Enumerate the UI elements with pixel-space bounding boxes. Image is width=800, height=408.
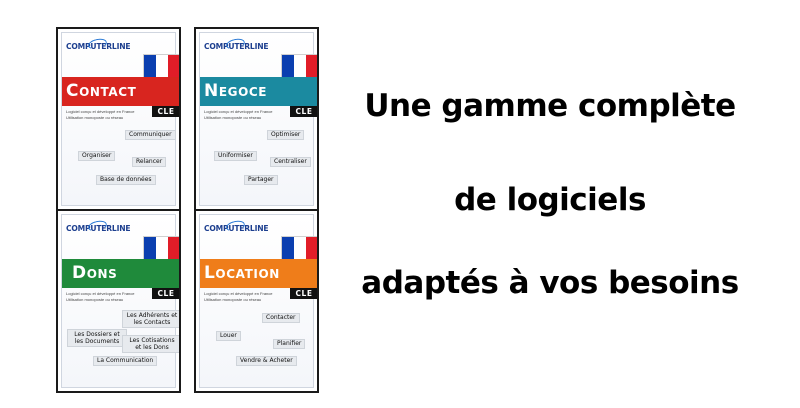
headline-line-3: adaptés à vos besoins	[361, 265, 739, 301]
feature-tag: Organiser	[78, 151, 116, 161]
feature-tag: Centraliser	[270, 157, 311, 167]
computerline-logo: COMPUTERLINE	[204, 37, 269, 54]
feature-tag: Les Dossiers et les Documents	[67, 329, 127, 347]
feature-tag: Partager	[244, 175, 278, 185]
feature-tag: Relancer	[132, 157, 167, 167]
feature-tag: Contacter	[262, 313, 300, 323]
product-title: Contact	[62, 77, 179, 106]
card-panel: COMPUTERLINE Dons CLE Logiciel conçu et …	[61, 214, 179, 388]
product-title: Dons	[62, 259, 179, 288]
card-panel: COMPUTERLINE Location CLE Logiciel conçu…	[199, 214, 317, 388]
headline-line-2: de logiciels	[454, 182, 646, 218]
feature-tag: La Communication	[93, 356, 158, 366]
product-title: Location	[200, 259, 317, 288]
product-card-negoce[interactable]: COMPUTERLINE Negoce CLE Logiciel conçu e…	[194, 27, 319, 211]
product-description: Logiciel conçu et développé en France Ut…	[204, 109, 273, 120]
product-description: Logiciel conçu et développé en France Ut…	[204, 291, 273, 302]
french-flag-icon	[143, 54, 179, 79]
card-panel: COMPUTERLINE Negoce CLE Logiciel conçu e…	[199, 32, 317, 206]
cle-badge: CLE	[152, 106, 179, 117]
feature-tag: Base de données	[96, 175, 156, 185]
feature-tag: Les Adhérents et les Contacts	[122, 310, 179, 328]
headline-line-1: Une gamme complète	[364, 88, 736, 124]
cle-badge: CLE	[152, 288, 179, 299]
feature-tag: Uniformiser	[214, 151, 257, 161]
card-panel: COMPUTERLINE Contact CLE Logiciel conçu …	[61, 32, 179, 206]
cle-badge: CLE	[290, 288, 317, 299]
french-flag-icon	[143, 236, 179, 261]
feature-tag: Louer	[216, 331, 241, 341]
french-flag-icon	[281, 54, 317, 79]
product-card-dons[interactable]: COMPUTERLINE Dons CLE Logiciel conçu et …	[56, 209, 181, 393]
product-description: Logiciel conçu et développé en France Ut…	[66, 109, 135, 120]
product-title: Negoce	[200, 77, 317, 106]
feature-tag: Les Cotisations et les Dons	[122, 335, 179, 353]
feature-tag: Vendre & Acheter	[236, 356, 297, 366]
feature-tag: Optimiser	[267, 130, 305, 140]
product-card-contact[interactable]: COMPUTERLINE Contact CLE Logiciel conçu …	[56, 27, 181, 211]
french-flag-icon	[281, 236, 317, 261]
cle-badge: CLE	[290, 106, 317, 117]
feature-tag: Planifier	[273, 339, 306, 349]
product-card-location[interactable]: COMPUTERLINE Location CLE Logiciel conçu…	[194, 209, 319, 393]
product-description: Logiciel conçu et développé en France Ut…	[66, 291, 135, 302]
computerline-logo: COMPUTERLINE	[66, 37, 131, 54]
computerline-logo: COMPUTERLINE	[66, 219, 131, 236]
feature-tag: Communiquer	[125, 130, 176, 140]
computerline-logo: COMPUTERLINE	[204, 219, 269, 236]
